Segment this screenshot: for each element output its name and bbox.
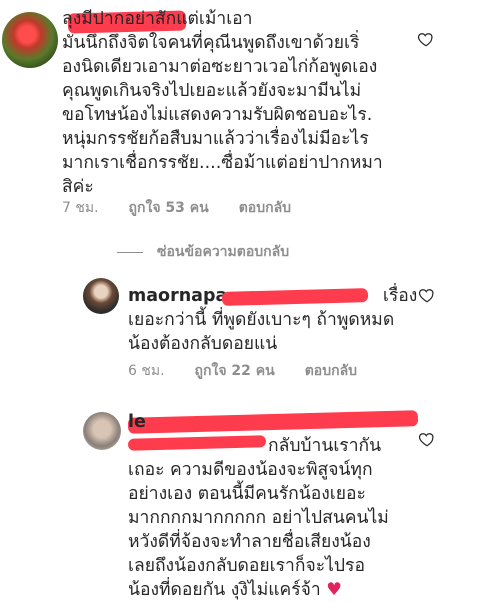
reply-button[interactable]: ตอบกลับ xyxy=(305,360,357,382)
comment-text: ลุงมีปากอย่าสักแต่เม้าเอา มันนึกถึงจิตใจ… xyxy=(62,9,383,197)
heart-outline-icon[interactable] xyxy=(417,30,435,48)
reply-button[interactable]: ตอบกลับ xyxy=(239,197,291,219)
comment-text: le กลับบ้านเรากัน เถอะ ความดีของน้องจะพิ… xyxy=(128,412,389,600)
avatar[interactable] xyxy=(2,12,58,68)
avatar[interactable] xyxy=(83,278,119,314)
username[interactable]: maornapa xyxy=(128,286,227,306)
heart-emoji: ♥ xyxy=(326,580,342,600)
comment-time: 6 ชม. xyxy=(128,363,165,379)
heart-outline-icon[interactable] xyxy=(418,430,436,448)
comment-meta: 7 ชม. ถูกใจ 53 คน ตอบกลับ xyxy=(62,197,291,219)
likes-count[interactable]: ถูกใจ 53 คน xyxy=(129,197,209,219)
hide-replies-toggle[interactable]: ซ่อนข้อความตอบกลับ xyxy=(117,241,289,263)
divider-line xyxy=(117,251,143,253)
heart-outline-icon[interactable] xyxy=(418,286,436,304)
avatar[interactable] xyxy=(83,412,121,450)
comment-meta: 6 ชม. ถูกใจ 22 คน ตอบกลับ xyxy=(128,360,357,382)
username[interactable]: le xyxy=(128,412,146,432)
likes-count[interactable]: ถูกใจ 22 คน xyxy=(195,360,275,382)
comment-time: 7 ชม. xyxy=(62,200,99,216)
